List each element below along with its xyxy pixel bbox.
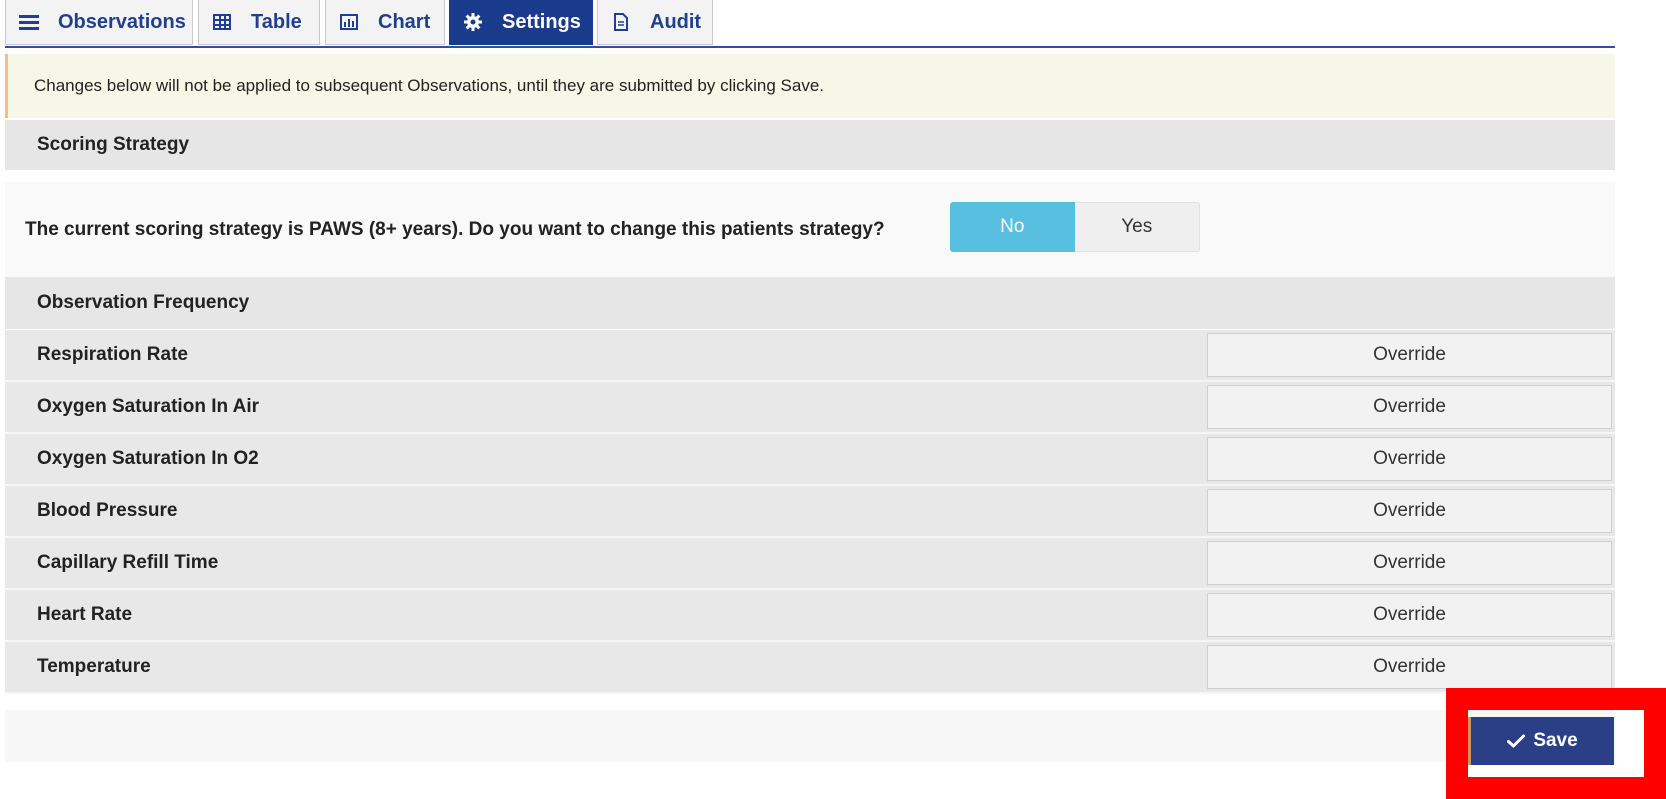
override-button[interactable]: Override	[1207, 593, 1612, 637]
bar-chart-icon	[338, 11, 360, 33]
section-header-scoring-strategy: Scoring Strategy	[5, 120, 1615, 170]
tab-label: Observations	[58, 10, 186, 33]
document-icon	[610, 11, 632, 33]
gear-icon	[462, 11, 484, 33]
check-icon	[1507, 734, 1526, 748]
save-label: Save	[1533, 730, 1578, 751]
row-label: Respiration Rate	[37, 344, 188, 365]
row-label: Oxygen Saturation In O2	[37, 448, 259, 469]
tab-label: Table	[251, 10, 302, 33]
strategy-toggle: No Yes	[950, 202, 1200, 252]
frequency-row-oxygen-saturation-air: Oxygen Saturation In Air Override	[5, 382, 1615, 434]
tab-label: Audit	[650, 10, 702, 33]
frequency-row-temperature: Temperature Override	[5, 642, 1615, 694]
row-label: Capillary Refill Time	[37, 552, 219, 573]
section-header-observation-frequency: Observation Frequency	[5, 277, 1615, 329]
tab-audit[interactable]: Audit	[597, 0, 713, 45]
tab-chart[interactable]: Chart	[325, 0, 445, 45]
list-icon	[18, 11, 40, 33]
scoring-strategy-row: The current scoring strategy is PAWS (8+…	[5, 182, 1615, 277]
tab-bar: Observations Table Chart Settings Audit	[5, 0, 1615, 48]
strategy-yes-button[interactable]: Yes	[1074, 202, 1200, 252]
strategy-no-button[interactable]: No	[950, 202, 1075, 252]
tab-label: Chart	[378, 10, 431, 33]
banner-text: Changes below will not be applied to sub…	[34, 76, 825, 95]
override-button[interactable]: Override	[1207, 385, 1612, 429]
override-button[interactable]: Override	[1207, 437, 1612, 481]
frequency-row-blood-pressure: Blood Pressure Override	[5, 486, 1615, 538]
frequency-row-capillary-refill-time: Capillary Refill Time Override	[5, 538, 1615, 590]
tab-label: Settings	[502, 10, 581, 33]
scoring-strategy-question: The current scoring strategy is PAWS (8+…	[25, 218, 885, 240]
info-banner: Changes below will not be applied to sub…	[5, 54, 1615, 118]
frequency-row-heart-rate: Heart Rate Override	[5, 590, 1615, 642]
save-button[interactable]: Save	[1468, 717, 1614, 765]
row-label: Oxygen Saturation In Air	[37, 396, 260, 417]
frequency-row-respiration-rate: Respiration Rate Override	[5, 330, 1615, 382]
row-label: Blood Pressure	[37, 500, 178, 521]
tab-table[interactable]: Table	[198, 0, 320, 45]
tab-observations[interactable]: Observations	[5, 0, 193, 45]
table-icon	[211, 11, 233, 33]
override-button[interactable]: Override	[1207, 333, 1612, 377]
override-button[interactable]: Override	[1207, 645, 1612, 689]
section-title: Observation Frequency	[37, 292, 250, 313]
section-title: Scoring Strategy	[37, 134, 190, 155]
row-label: Heart Rate	[37, 604, 133, 625]
row-label: Temperature	[37, 656, 151, 677]
tab-settings[interactable]: Settings	[449, 0, 593, 45]
form-footer	[5, 710, 1615, 762]
frequency-row-oxygen-saturation-o2: Oxygen Saturation In O2 Override	[5, 434, 1615, 486]
override-button[interactable]: Override	[1207, 541, 1612, 585]
override-button[interactable]: Override	[1207, 489, 1612, 533]
